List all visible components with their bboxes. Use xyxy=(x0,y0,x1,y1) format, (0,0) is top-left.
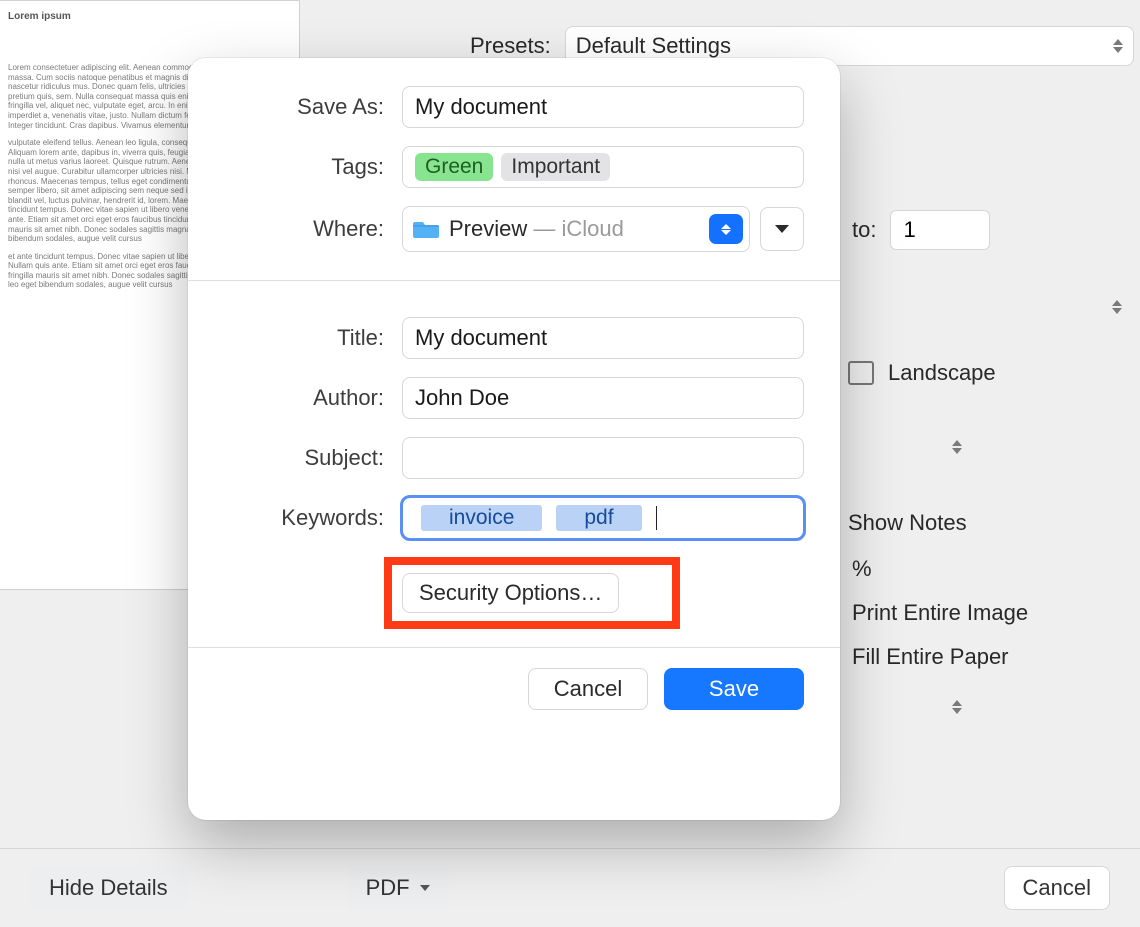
chevron-down-icon xyxy=(775,225,789,233)
orientation-landscape-label: Landscape xyxy=(888,360,996,386)
updown-icon[interactable] xyxy=(952,440,962,454)
folder-icon xyxy=(413,219,439,239)
hide-details-button[interactable]: Hide Details xyxy=(30,866,187,910)
save-as-label: Save As: xyxy=(224,94,384,120)
tag-chip-important[interactable]: Important xyxy=(501,153,610,181)
updown-icon xyxy=(1113,39,1123,53)
where-path: Preview — iCloud xyxy=(449,216,624,242)
presets-label: Presets: xyxy=(470,33,551,59)
subject-input[interactable] xyxy=(402,437,804,479)
presets-value: Default Settings xyxy=(576,33,731,59)
where-label: Where: xyxy=(224,216,384,242)
show-notes-label: Show Notes xyxy=(848,510,967,536)
save-as-value: My document xyxy=(415,94,547,120)
landscape-icon xyxy=(848,361,874,385)
where-expand-button[interactable] xyxy=(760,207,804,251)
keyword-chip[interactable]: pdf xyxy=(556,505,641,531)
where-stepper-icon xyxy=(709,214,743,244)
updown-icon[interactable] xyxy=(1112,300,1122,314)
chevron-down-icon xyxy=(420,885,430,891)
security-options-highlight: Security Options… xyxy=(384,557,680,629)
lorem-title: Lorem ipsum xyxy=(8,11,291,23)
scale-option-fill-paper[interactable]: Fill Entire Paper xyxy=(852,644,1009,670)
save-sheet: Save As: My document Tags: Green Importa… xyxy=(188,58,840,820)
subject-label: Subject: xyxy=(224,445,384,471)
pdf-menu-button[interactable]: PDF xyxy=(347,866,449,910)
keywords-label: Keywords: xyxy=(224,505,384,531)
save-button[interactable]: Save xyxy=(664,668,804,710)
text-caret xyxy=(656,506,657,530)
print-cancel-button[interactable]: Cancel xyxy=(1004,866,1110,910)
title-input[interactable]: My document xyxy=(402,317,804,359)
print-dialog-footer: Hide Details PDF Cancel xyxy=(0,848,1140,927)
keywords-input[interactable]: invoice pdf xyxy=(402,497,804,539)
tags-label: Tags: xyxy=(224,154,384,180)
scale-percent-suffix: % xyxy=(852,556,872,582)
title-label: Title: xyxy=(224,325,384,351)
author-input[interactable]: John Doe xyxy=(402,377,804,419)
security-options-button[interactable]: Security Options… xyxy=(402,573,619,613)
keyword-chip[interactable]: invoice xyxy=(421,505,542,531)
title-value: My document xyxy=(415,325,547,351)
save-as-input[interactable]: My document xyxy=(402,86,804,128)
tags-input[interactable]: Green Important xyxy=(402,146,804,188)
author-value: John Doe xyxy=(415,385,509,411)
updown-icon[interactable] xyxy=(952,700,962,714)
pages-to-input[interactable] xyxy=(890,210,990,250)
tag-chip-green[interactable]: Green xyxy=(415,153,493,181)
pages-to-label: to: xyxy=(852,217,876,243)
cancel-button[interactable]: Cancel xyxy=(528,668,648,710)
scale-option-print-entire[interactable]: Print Entire Image xyxy=(852,600,1028,626)
pdf-menu-label: PDF xyxy=(366,875,410,901)
where-select[interactable]: Preview — iCloud xyxy=(402,206,750,252)
author-label: Author: xyxy=(224,385,384,411)
